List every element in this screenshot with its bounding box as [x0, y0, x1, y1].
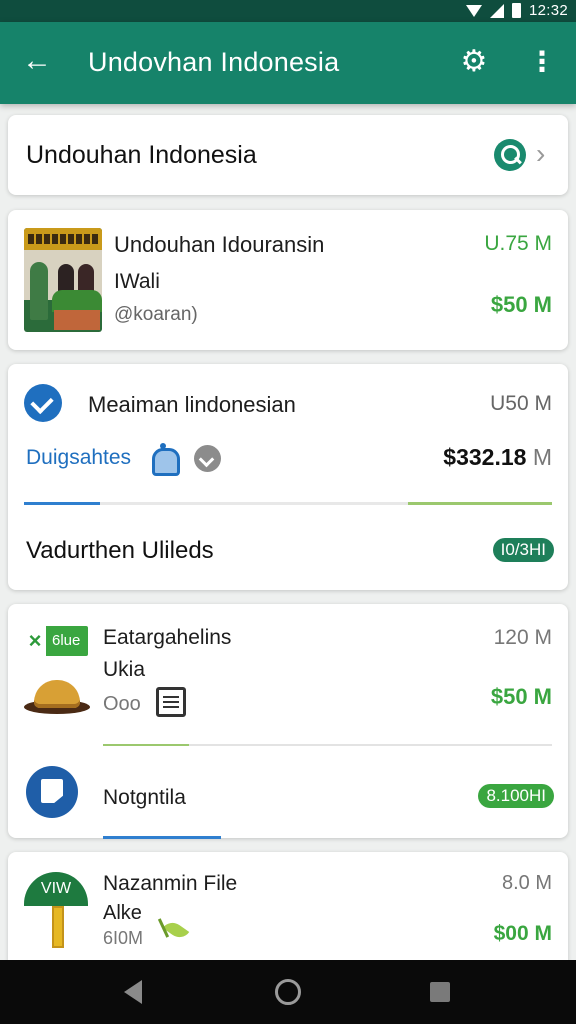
- logo-text: 6lue: [52, 632, 81, 649]
- signal-icon: [489, 3, 504, 18]
- app-bar: ← Undovhan Indonesia ⚙ ⋮: [0, 22, 576, 104]
- row-divider: [103, 744, 552, 746]
- status-time: 12:32: [528, 2, 568, 19]
- chevron-right-icon[interactable]: ›: [536, 139, 545, 169]
- item-price: $00 M: [493, 922, 552, 945]
- thumbnail-person: [30, 262, 48, 320]
- featured-subtitle: IWali: [114, 270, 160, 293]
- item-name[interactable]: Notgntila: [103, 786, 186, 810]
- item-size: 120 M: [493, 626, 552, 649]
- search-icon[interactable]: [494, 139, 526, 171]
- item-size: 8.0 M: [501, 872, 552, 894]
- row-divider: [103, 836, 221, 839]
- nav-recents-icon[interactable]: [430, 982, 450, 1002]
- status-badge[interactable]: I0/3HI: [492, 538, 554, 562]
- food-dish-icon: [24, 674, 90, 716]
- logo-mark: ×: [24, 626, 46, 656]
- details-link[interactable]: Duigsahtes: [26, 446, 131, 470]
- item-subtitle: Ukia: [103, 658, 146, 681]
- battery-icon: [511, 3, 521, 18]
- item-name[interactable]: Meaiman lindonesian: [88, 392, 296, 418]
- section-title: Vadurthen Ulileds: [26, 537, 214, 564]
- excel-logo-icon: × 6lue: [24, 626, 88, 656]
- item-size: U50 M: [490, 392, 552, 415]
- featured-card[interactable]: Undouhan Idouransin IWali @koaran) U.75 …: [8, 210, 568, 350]
- back-arrow-icon[interactable]: ←: [22, 46, 52, 76]
- featured-size: U.75 M: [484, 232, 552, 255]
- amount-unit: M: [532, 444, 552, 470]
- leaf-icon: [160, 918, 190, 942]
- item-meta: 6I0M: [103, 928, 144, 948]
- status-badge[interactable]: 8.100HI: [478, 784, 554, 808]
- bell-icon[interactable]: [150, 443, 180, 476]
- group-photo-thumbnail: [24, 228, 102, 332]
- item-name[interactable]: Eatargahelins: [103, 626, 231, 650]
- system-nav-bar: [0, 960, 576, 1024]
- search-card[interactable]: Undouhan Indonesia ›: [8, 115, 568, 195]
- sign-text: VIW: [40, 880, 72, 897]
- item-meta: Ooo: [103, 693, 141, 715]
- progress-divider: [24, 502, 552, 505]
- globe-icon[interactable]: [194, 445, 221, 472]
- settings-gear-icon[interactable]: ⚙: [458, 46, 490, 78]
- document-icon[interactable]: [156, 687, 186, 717]
- amount-value: $332.18: [443, 444, 527, 470]
- verified-badge-icon: [24, 384, 62, 422]
- list-card: × 6lue Eatargahelins 120 M Ukia Ooo $50 M…: [8, 604, 568, 839]
- item-amount: $332.18 M: [443, 444, 552, 471]
- app-bar-title: Undovhan Indonesia: [88, 47, 340, 77]
- status-bar: 12:32: [0, 0, 576, 22]
- signpost-icon: VIW: [24, 872, 88, 906]
- nav-home-icon[interactable]: [275, 979, 301, 1005]
- featured-price: $50 M: [490, 292, 552, 317]
- featured-handle: @koaran): [114, 304, 198, 325]
- item-subtitle: Alke: [103, 902, 142, 924]
- thumbnail-banner: [24, 228, 102, 250]
- search-card-title: Undouhan Indonesia: [26, 141, 257, 169]
- signpost-pole: [52, 906, 64, 948]
- item-name[interactable]: Nazanmin File: [103, 872, 237, 896]
- more-vert-icon[interactable]: ⋮: [528, 46, 556, 78]
- nav-back-icon[interactable]: [124, 980, 142, 1004]
- divider-segment: [24, 502, 100, 505]
- thumbnail-pot: [54, 310, 100, 330]
- thumbnail-plant: [52, 290, 102, 312]
- item-price: $50 M: [490, 684, 552, 709]
- divider-segment: [408, 502, 552, 505]
- book-circle-icon: [26, 766, 78, 818]
- status-icons: 12:32: [465, 2, 568, 19]
- list-card: Meaiman lindonesian U50 M Duigsahtes $33…: [8, 364, 568, 590]
- wifi-icon: [465, 4, 482, 17]
- featured-name: Undouhan Idouransin: [114, 232, 325, 257]
